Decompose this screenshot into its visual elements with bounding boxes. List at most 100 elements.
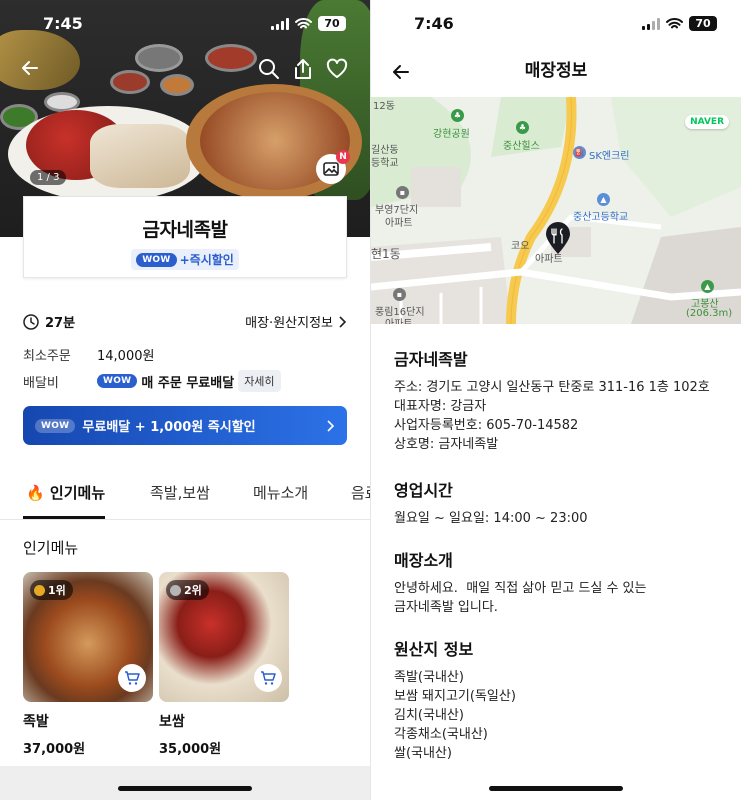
add-to-cart-button[interactable] xyxy=(118,664,146,692)
map-label: 중산힐스 xyxy=(503,141,540,152)
wow-badge: WOW xyxy=(35,418,76,433)
school-icon: ▲ xyxy=(597,193,610,206)
store-map[interactable]: 12동 ♣ 강현공원 ♣ 중산힐스 ⛽ SK엔크린 길산동 등학교 ▪ 부영7단… xyxy=(371,97,741,324)
add-to-cart-button[interactable] xyxy=(254,664,282,692)
store-name: 금자네족발 xyxy=(394,350,468,369)
tab-popular[interactable]: 🔥 인기메뉴 xyxy=(26,482,105,503)
map-label: 현1동 xyxy=(371,247,401,261)
map-label: 코오 xyxy=(511,241,530,252)
store-location-pin xyxy=(546,222,570,254)
map-label: SK엔크린 xyxy=(589,151,630,162)
chevron-right-icon xyxy=(339,315,347,328)
menu-item-name: 족발 xyxy=(23,714,49,730)
status-time: 7:46 xyxy=(414,14,454,33)
apartment-icon: ▪ xyxy=(396,186,409,199)
heart-icon[interactable] xyxy=(326,58,348,84)
store-address: 주소: 경기도 고양시 일산동구 탄중로 311-16 1층 102호 xyxy=(394,380,710,395)
bottom-area xyxy=(0,766,370,800)
business-hours: 월요일 ~ 일요일: 14:00 ~ 23:00 xyxy=(394,511,588,526)
wow-badge: WOW xyxy=(97,374,138,388)
silver-medal-icon xyxy=(170,584,181,596)
wifi-icon xyxy=(666,17,683,28)
menu-item-image: 1위 xyxy=(23,572,153,702)
apartment-icon: ▪ xyxy=(393,288,406,301)
menu-item-card[interactable]: 2위 보쌈 35,000원 xyxy=(159,572,289,757)
min-order-row: 최소주문 14,000원 xyxy=(23,345,347,364)
trade-name: 상호명: 금자네족발 xyxy=(394,437,499,452)
section-title: 인기메뉴 xyxy=(23,539,79,557)
cart-icon xyxy=(261,671,276,685)
store-intro-section: 매장소개 안녕하세요. 매일 직접 삶아 믿고 드실 수 있는 금자네족발 입니… xyxy=(394,551,721,617)
delivery-fee-row: 배달비 WOW 매 주문 무료배달 자세히 xyxy=(23,370,347,392)
wifi-icon xyxy=(295,17,312,28)
menu-item-price: 37,000원 xyxy=(23,742,86,757)
status-bar: 7:45 70 xyxy=(0,0,370,46)
store-info-section: 금자네족발 주소: 경기도 고양시 일산동구 탄중로 311-16 1층 102… xyxy=(394,350,721,454)
origin-item: 각종채소(국내산) xyxy=(394,727,488,742)
home-indicator[interactable] xyxy=(489,786,623,791)
search-icon[interactable] xyxy=(258,58,280,84)
header: 매장정보 xyxy=(371,56,741,86)
map-label: 등학교 xyxy=(371,158,399,169)
map-label: 아파트 xyxy=(385,218,413,229)
wow-promo-banner[interactable]: WOW 무료배달 + 1,000원 즉시할인 xyxy=(23,406,347,445)
photo-counter: 1 / 3 xyxy=(30,170,67,185)
section-heading: 영업시간 xyxy=(394,481,453,500)
menu-item-price: 35,000원 xyxy=(159,742,222,757)
new-badge: N xyxy=(336,150,350,164)
min-order-label: 최소주문 xyxy=(23,349,71,364)
store-info-link[interactable]: 매장·원산지정보 xyxy=(245,312,347,331)
origin-item: 보쌈 돼지고기(독일산) xyxy=(394,689,516,704)
detail-button[interactable]: 자세히 xyxy=(238,370,281,392)
origin-item: 김치(국내산) xyxy=(394,708,464,723)
origin-info-section: 원산지 정보 족발(국내산) 보쌈 돼지고기(독일산) 김치(국내산) 각종채소… xyxy=(394,640,721,763)
origin-item: 족발(국내산) xyxy=(394,670,464,685)
delivery-fee-label: 배달비 xyxy=(23,375,59,391)
intro-line: 안녕하세요. 매일 직접 삶아 믿고 드실 수 있는 xyxy=(394,581,647,596)
clock-icon xyxy=(23,313,39,330)
back-button[interactable] xyxy=(391,62,411,86)
page-title: 매장정보 xyxy=(524,61,588,81)
mountain-icon: ▲ xyxy=(701,280,714,293)
delivery-fee-value: 매 주문 무료배달 xyxy=(141,375,235,391)
rank-badge: 1위 xyxy=(30,580,73,600)
home-indicator[interactable] xyxy=(118,786,252,791)
business-hours-section: 영업시간 월요일 ~ 일요일: 14:00 ~ 23:00 xyxy=(394,481,721,528)
fire-icon: 🔥 xyxy=(26,484,45,502)
intro-line: 금자네족발 입니다. xyxy=(394,600,498,615)
origin-item: 쌀(국내산) xyxy=(394,746,452,761)
section-heading: 매장소개 xyxy=(394,551,453,570)
tab-label: 인기메뉴 xyxy=(49,484,106,502)
naver-logo: NAVER xyxy=(685,115,729,129)
map-label: (206.3m) xyxy=(686,308,733,319)
wow-badge: WOW xyxy=(136,252,177,267)
store-title-card: 금자네족발 WOW +즉시할인 xyxy=(23,196,347,278)
menu-item-card[interactable]: 1위 족발 37,000원 xyxy=(23,572,153,757)
tab-menu-intro[interactable]: 메뉴소개 xyxy=(253,482,308,503)
tab-jokbal-bossam[interactable]: 족발,보쌈 xyxy=(150,482,210,503)
tab-drinks[interactable]: 음료 xyxy=(351,482,370,503)
min-order-value: 14,000원 xyxy=(97,349,155,364)
rank-text: 2위 xyxy=(184,584,202,597)
store-screen: 1 / 3 N 7:45 70 금자네족발 WOW +즉시할인 27분 매장·원… xyxy=(0,0,370,800)
back-button[interactable] xyxy=(20,58,40,82)
status-bar: 7:46 70 xyxy=(371,0,741,46)
map-label: 12동 xyxy=(373,101,395,112)
share-icon[interactable] xyxy=(292,58,314,84)
map-label: 강현공원 xyxy=(433,129,470,140)
active-tab-indicator xyxy=(23,516,105,519)
menu-item-image: 2위 xyxy=(159,572,289,702)
rank-badge: 2위 xyxy=(166,580,209,600)
map-label: 중산고등학교 xyxy=(573,212,629,223)
cart-icon xyxy=(125,671,140,685)
photo-gallery-button[interactable]: N xyxy=(316,150,350,184)
wow-discount-badge: WOW +즉시할인 xyxy=(131,249,239,270)
store-info-screen: 7:46 70 매장정보 12동 ♣ 강현공원 ♣ 중산힐스 ⛽ SK엔크린 길… xyxy=(371,0,741,800)
store-owner: 대표자명: 강금자 xyxy=(394,399,487,414)
battery-icon: 70 xyxy=(689,16,717,31)
battery-icon: 70 xyxy=(318,16,346,31)
promo-text: 무료배달 + 1,000원 즉시할인 xyxy=(82,420,256,435)
signal-icon xyxy=(642,17,660,30)
gold-medal-icon xyxy=(34,584,45,596)
map-roads xyxy=(371,97,741,324)
